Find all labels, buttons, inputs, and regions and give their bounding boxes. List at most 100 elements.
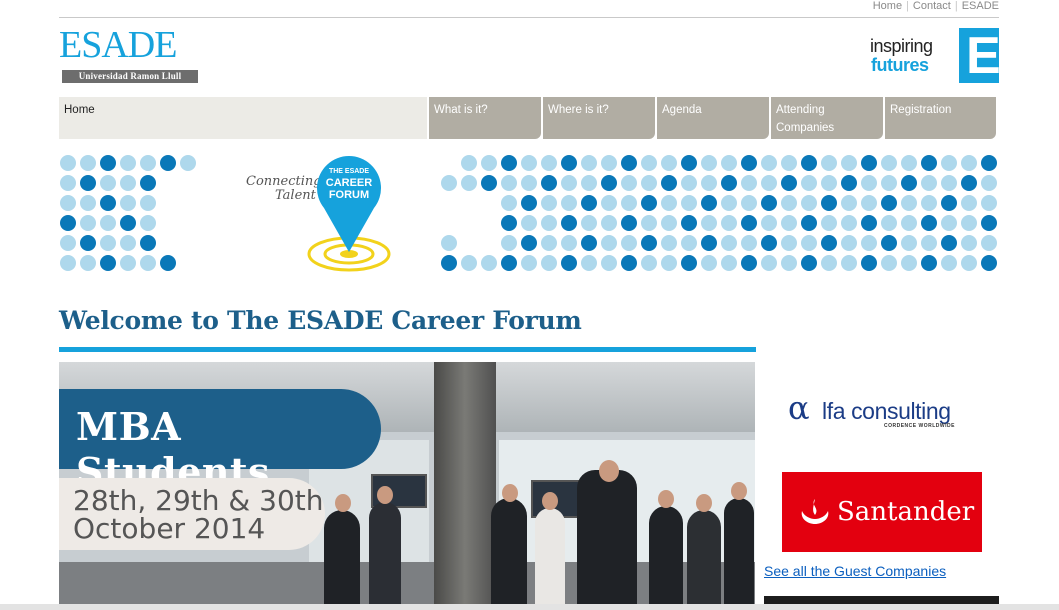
banner-dot (941, 255, 957, 271)
banner-dot (941, 175, 957, 191)
banner-dot (60, 255, 76, 271)
banner-dot (921, 235, 937, 251)
banner-dot (80, 215, 96, 231)
banner-dot (941, 195, 957, 211)
banner-dot (80, 175, 96, 191)
nav-tab-attending-companies[interactable]: Attending Companies (771, 97, 883, 139)
top-link-contact[interactable]: Contact (913, 0, 951, 12)
top-link-home[interactable]: Home (873, 0, 902, 12)
nav-tab-home[interactable]: Home (59, 97, 427, 139)
banner-dot (80, 155, 96, 171)
banner-dot (100, 255, 116, 271)
banner-dot (681, 155, 697, 171)
banner-dot (481, 255, 497, 271)
audience-banner: MBA Students (59, 389, 381, 494)
banner-dot (761, 215, 777, 231)
banner-dot (741, 195, 757, 211)
banner-dot (821, 215, 837, 231)
banner-dot (601, 255, 617, 271)
banner-dot (60, 195, 76, 211)
banner-dot (721, 235, 737, 251)
banner-dot (120, 175, 136, 191)
banner-dot (100, 215, 116, 231)
banner-dot (841, 195, 857, 211)
banner-dot (120, 235, 136, 251)
banner-dot (641, 195, 657, 211)
pin-badge-line2: CAREER (326, 177, 373, 189)
banner-dot (561, 255, 577, 271)
banner-dot (641, 235, 657, 251)
banner-dot (541, 235, 557, 251)
nav-tab-agenda[interactable]: Agenda (657, 97, 769, 139)
banner-dot (140, 215, 156, 231)
pin-badge-line3: FORUM (329, 189, 369, 201)
nav-tab-registration[interactable]: Registration (885, 97, 996, 139)
banner-dot (921, 175, 937, 191)
banner-dot (521, 215, 537, 231)
banner-dot (160, 155, 176, 171)
banner-dot (681, 215, 697, 231)
banner-dot (60, 235, 76, 251)
banner-dot (501, 255, 517, 271)
banner-dot (561, 235, 577, 251)
banner-dot (941, 215, 957, 231)
banner-dot (180, 155, 196, 171)
banner-dot (961, 235, 977, 251)
photo-pillar (434, 362, 496, 610)
banner-dot (100, 175, 116, 191)
e-mark-letter: E (966, 27, 1001, 85)
banner-dot (841, 175, 857, 191)
see-all-guest-companies-link[interactable]: See all the Guest Companies (764, 563, 946, 579)
nav-tab-what-is-it[interactable]: What is it? (429, 97, 541, 139)
banner-dot (861, 215, 877, 231)
banner-dot (801, 175, 817, 191)
banner-dot (681, 235, 697, 251)
banner-dot (981, 175, 997, 191)
banner-dot (661, 195, 677, 211)
banner-dot (120, 255, 136, 271)
banner-dot (641, 155, 657, 171)
banner-dot (781, 175, 797, 191)
banner-dot (981, 215, 997, 231)
photo-person (649, 506, 683, 610)
banner-dot (581, 155, 597, 171)
nav-tab-where-is-it[interactable]: Where is it? (543, 97, 655, 139)
horizontal-scrollbar[interactable] (0, 604, 1059, 610)
alfa-mark: α (788, 389, 810, 427)
banner-dot (641, 255, 657, 271)
banner-dot (461, 255, 477, 271)
banner-dot (761, 155, 777, 171)
banner-dot (661, 175, 677, 191)
alfa-consulting-logo[interactable]: α lfa consulting CORDENCE WORLDWIDE (788, 388, 978, 440)
photo-person (324, 510, 360, 610)
banner-dot (501, 195, 517, 211)
banner-dot (881, 235, 897, 251)
banner-dot (521, 195, 537, 211)
banner-dot (821, 255, 837, 271)
banner-dot (661, 155, 677, 171)
logo-subtitle: Universidad Ramon Llull (62, 70, 198, 83)
page-title: Welcome to The ESADE Career Forum (59, 306, 582, 335)
banner-dot (881, 155, 897, 171)
banner-dot (601, 215, 617, 231)
esade-logo[interactable]: ESADE (59, 26, 177, 64)
santander-logo[interactable]: Santander (782, 472, 982, 552)
banner-dot (681, 175, 697, 191)
banner-dot (721, 255, 737, 271)
banner-dot (100, 195, 116, 211)
banner-dot (581, 175, 597, 191)
banner-dot (881, 255, 897, 271)
banner-dot (701, 215, 717, 231)
alfa-name: lfa consulting (822, 398, 951, 424)
photo-person-head (335, 494, 351, 512)
banner-dot (521, 235, 537, 251)
header-divider (59, 17, 999, 18)
top-link-esade[interactable]: ESADE (962, 0, 999, 12)
event-dates-banner: 28th, 29th & 30th October 2014 (59, 478, 325, 550)
banner-dot (901, 155, 917, 171)
banner-dot (501, 175, 517, 191)
banner-dot (160, 255, 176, 271)
hero-photo: MBA Students 28th, 29th & 30th October 2… (59, 362, 755, 610)
banner-dot (140, 255, 156, 271)
banner-dot (841, 235, 857, 251)
